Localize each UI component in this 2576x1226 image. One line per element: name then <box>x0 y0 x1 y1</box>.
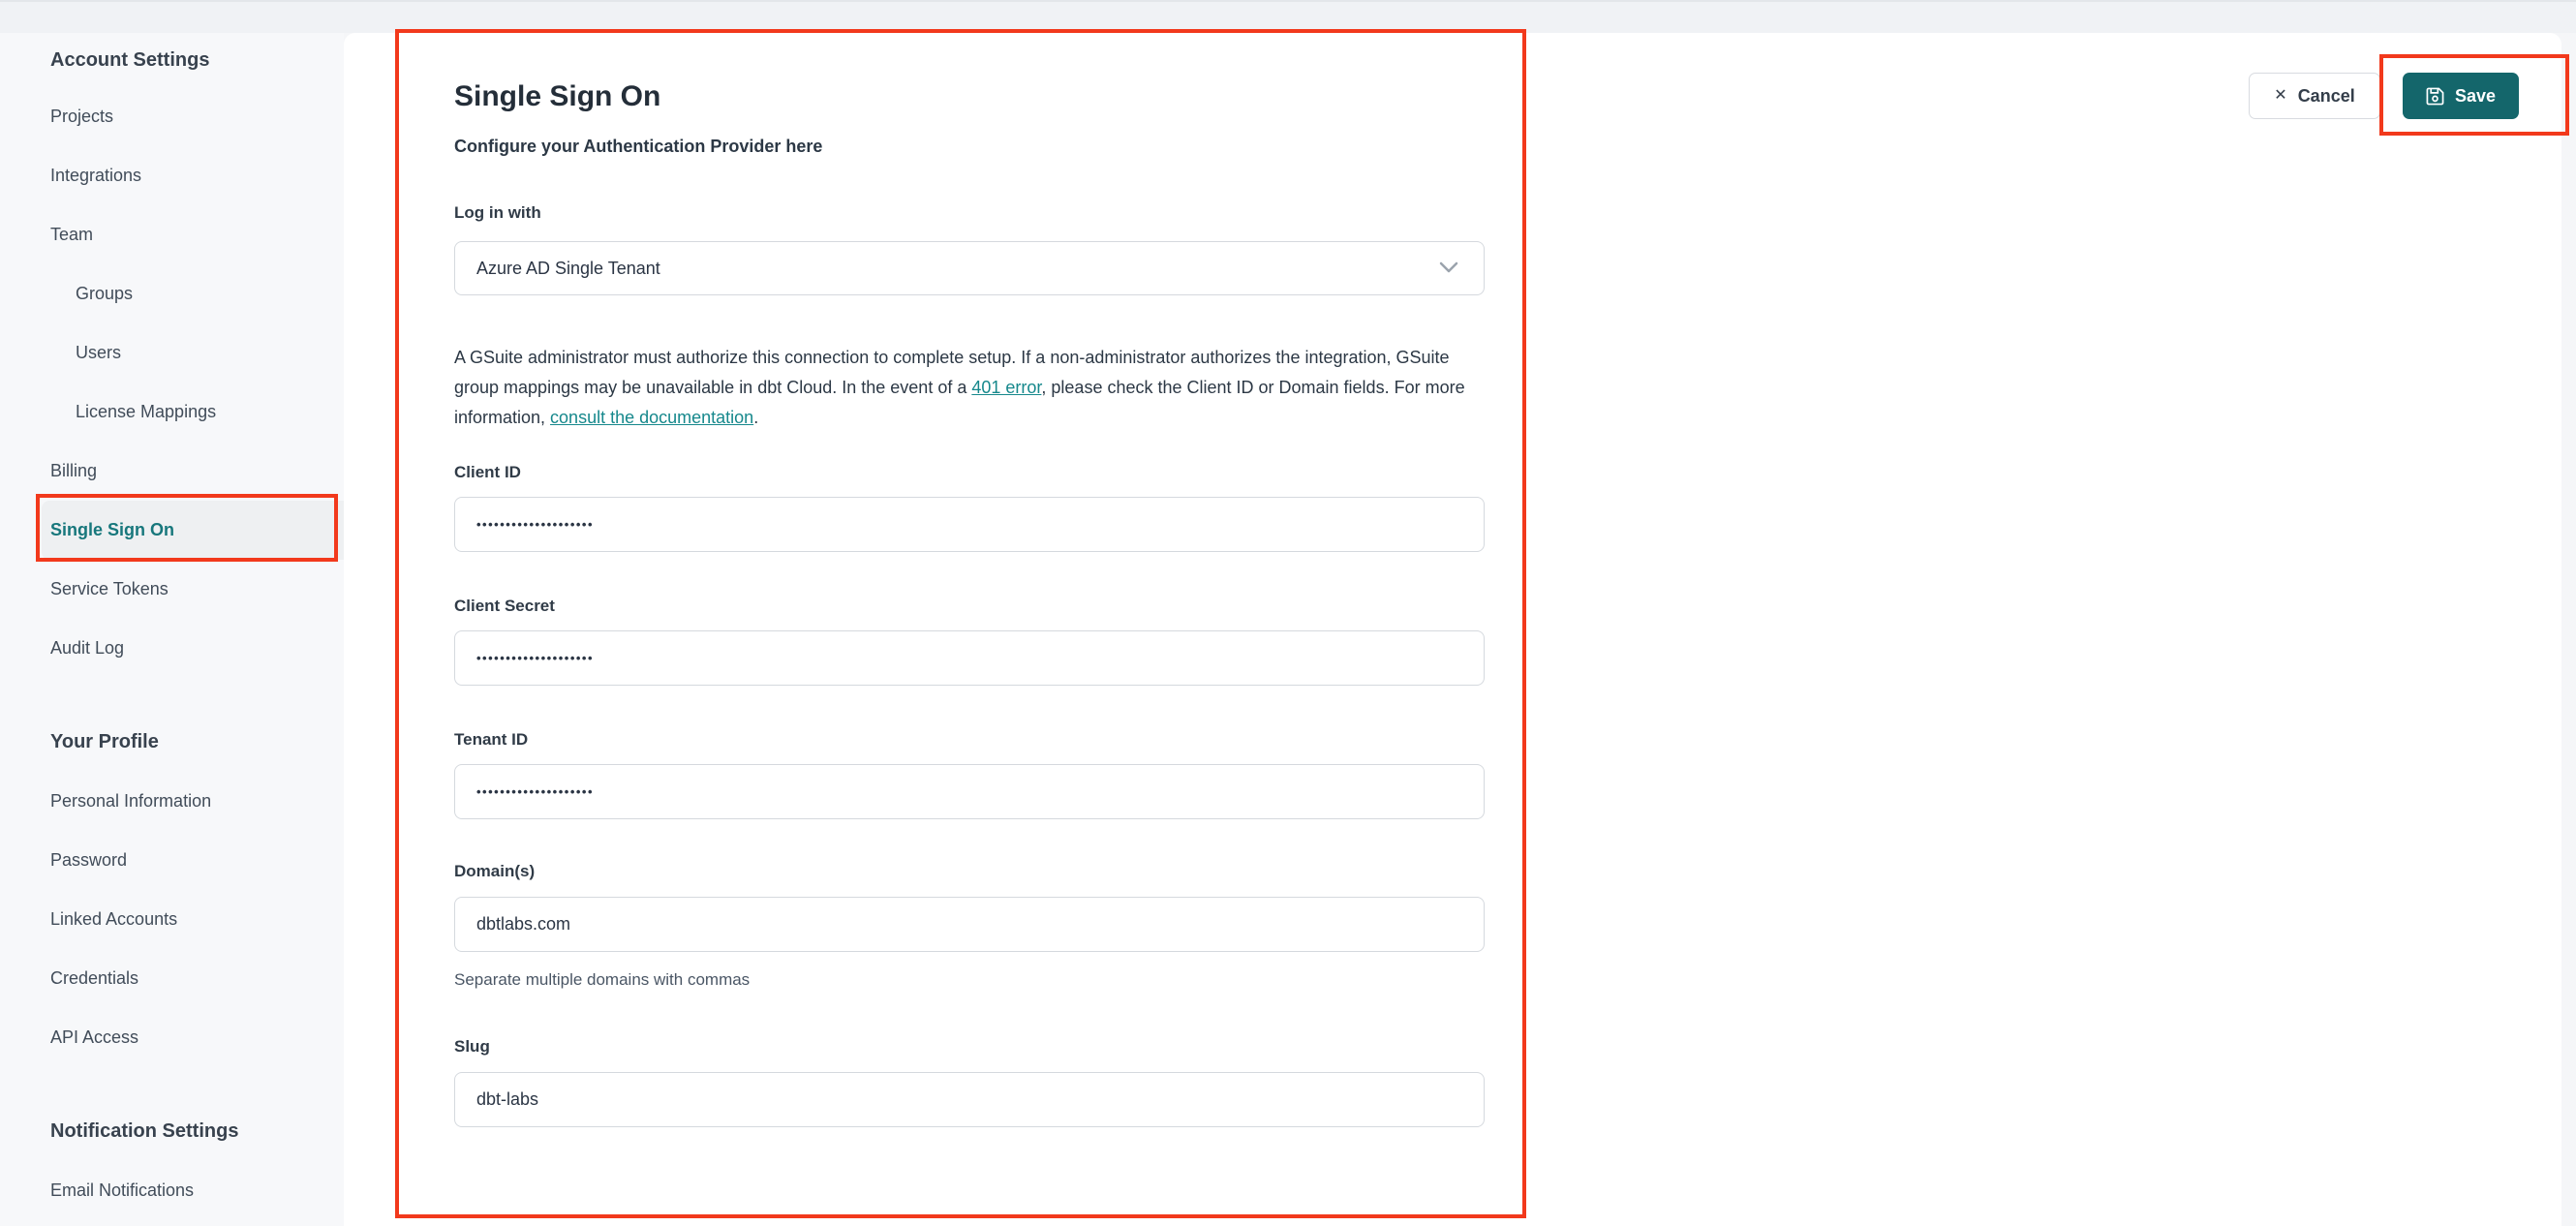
sidebar-item-personal-information[interactable]: Personal Information <box>42 772 358 831</box>
gsuite-authorization-notice: A GSuite administrator must authorize th… <box>454 348 1465 427</box>
chevron-down-icon <box>1439 259 1458 279</box>
slug-input[interactable] <box>454 1072 1485 1127</box>
slug-label: Slug <box>454 1037 490 1056</box>
save-button[interactable]: Save <box>2403 73 2519 119</box>
tenant-id-label: Tenant ID <box>454 730 529 749</box>
top-bar <box>0 0 2576 33</box>
sidebar-item-api-access[interactable]: API Access <box>42 1008 358 1067</box>
domains-input[interactable] <box>454 897 1485 952</box>
sidebar-item-integrations[interactable]: Integrations <box>42 146 358 205</box>
sidebar-item-users[interactable]: Users <box>42 323 358 383</box>
sidebar-item-single-sign-on[interactable]: Single Sign On <box>42 501 358 560</box>
client-id-label: Client ID <box>454 463 521 481</box>
page-title: Single Sign On <box>454 80 661 112</box>
settings-sidebar: Account Settings Projects Integrations T… <box>0 33 358 1226</box>
sso-settings-panel: Single Sign On Configure your Authentica… <box>344 33 2561 1226</box>
sidebar-item-license-mappings[interactable]: License Mappings <box>42 383 358 442</box>
link-401-error[interactable]: 401 error <box>971 378 1041 397</box>
sidebar-heading-notification-settings: Notification Settings <box>50 1120 239 1142</box>
sidebar-item-audit-log[interactable]: Audit Log <box>42 619 358 678</box>
sidebar-item-projects[interactable]: Projects <box>42 87 358 146</box>
cancel-button[interactable]: ✕ Cancel <box>2249 73 2380 119</box>
tenant-id-input[interactable] <box>454 764 1485 819</box>
close-icon: ✕ <box>2274 87 2287 104</box>
login-with-select[interactable]: Azure AD Single Tenant <box>454 241 1485 295</box>
page-subtitle: Configure your Authentication Provider h… <box>454 137 823 156</box>
sidebar-item-service-tokens[interactable]: Service Tokens <box>42 560 358 619</box>
save-floppy-icon <box>2426 87 2444 106</box>
domains-help-text: Separate multiple domains with commas <box>454 970 751 989</box>
sidebar-heading-account-settings: Account Settings <box>50 48 210 71</box>
sidebar-item-email-notifications[interactable]: Email Notifications <box>42 1161 358 1220</box>
client-secret-input[interactable] <box>454 630 1485 686</box>
login-with-label: Log in with <box>454 203 541 222</box>
sidebar-item-password[interactable]: Password <box>42 831 358 890</box>
sidebar-item-billing[interactable]: Billing <box>42 442 358 501</box>
login-with-selected-value: Azure AD Single Tenant <box>476 258 660 278</box>
account-settings-page: { "sidebar": { "sections": [ { "heading"… <box>0 0 2576 1226</box>
sidebar-item-groups[interactable]: Groups <box>42 264 358 323</box>
sidebar-heading-your-profile: Your Profile <box>50 731 159 752</box>
domains-label: Domain(s) <box>454 862 536 880</box>
link-consult-documentation[interactable]: consult the documentation <box>550 408 753 427</box>
client-id-input[interactable] <box>454 497 1485 552</box>
client-secret-label: Client Secret <box>454 597 555 615</box>
sidebar-item-team[interactable]: Team <box>42 205 358 264</box>
sidebar-item-credentials[interactable]: Credentials <box>42 949 358 1008</box>
sidebar-item-linked-accounts[interactable]: Linked Accounts <box>42 890 358 949</box>
chevron-up-icon <box>298 229 320 242</box>
